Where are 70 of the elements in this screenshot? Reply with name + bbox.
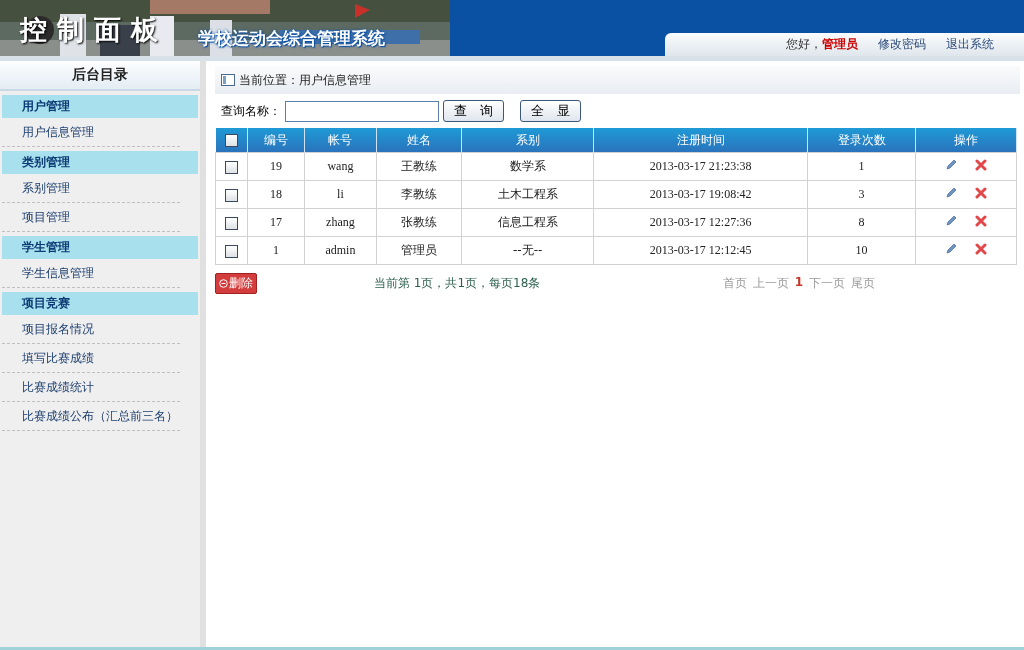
table-cell: 1	[807, 152, 916, 181]
table-cell: 王教练	[376, 152, 462, 181]
table-cell: 2013-03-17 21:23:38	[593, 152, 808, 181]
column-header: 注册时间	[593, 128, 808, 153]
table-cell: 数学系	[461, 152, 594, 181]
search-field[interactable]	[285, 100, 439, 122]
sidebar-item[interactable]: 填写比赛成绩	[2, 344, 180, 373]
sidebar-item[interactable]: 比赛成绩统计	[2, 373, 180, 402]
delete-icon[interactable]	[975, 187, 988, 199]
table-cell: 2013-03-17 12:12:45	[593, 236, 808, 265]
column-header: 编号	[247, 128, 305, 153]
column-header: 登录次数	[807, 128, 916, 153]
table-cell: 李教练	[376, 180, 462, 209]
table-cell: --无--	[461, 236, 594, 265]
top-link[interactable]: 退出系统	[946, 36, 994, 53]
table-cell: 土木工程系	[461, 180, 594, 209]
sidebar-item[interactable]: 项目管理	[2, 203, 180, 232]
pencil-icon[interactable]	[945, 159, 958, 171]
section-header: 类别管理	[2, 151, 198, 174]
table-cell: li	[304, 180, 377, 209]
table-cell: 2013-03-17 12:27:36	[593, 208, 808, 237]
column-header: 操作	[915, 128, 1017, 153]
greeting: 您好，管理员	[786, 36, 858, 53]
delete-button[interactable]: 删除	[215, 273, 257, 294]
checkbox[interactable]	[224, 216, 238, 230]
sidebar-item[interactable]: 学生信息管理	[2, 259, 180, 288]
column-header: 帐号	[304, 128, 377, 153]
checkbox[interactable]	[224, 134, 238, 147]
breadcrumb: 当前位置：用户信息管理	[239, 71, 371, 89]
section-header: 项目竞赛	[2, 292, 198, 315]
pencil-icon[interactable]	[945, 243, 958, 255]
table-cell: 3	[807, 180, 916, 209]
sidebar-item[interactable]: 比赛成绩公布（汇总前三名）	[2, 402, 180, 431]
table-cell: admin	[304, 236, 377, 265]
table-cell: wang	[304, 152, 377, 181]
pencil-icon[interactable]	[945, 215, 958, 227]
sidebar-item[interactable]: 用户信息管理	[2, 118, 180, 147]
page-info: 当前第 1页，共1页，每页18条	[374, 275, 541, 292]
table-cell: 10	[807, 236, 916, 265]
table-cell: 8	[807, 208, 916, 237]
section-header: 用户管理	[2, 95, 198, 118]
table-cell: 18	[247, 180, 305, 209]
table-cell: zhang	[304, 208, 377, 237]
delete-icon[interactable]	[975, 215, 988, 227]
delete-icon[interactable]	[975, 243, 988, 255]
column-header: 姓名	[376, 128, 462, 153]
table-cell: 19	[247, 152, 305, 181]
table-cell: 信息工程系	[461, 208, 594, 237]
table-cell: 1	[247, 236, 305, 265]
sidebar-item[interactable]: 系别管理	[2, 174, 180, 203]
table-cell: 张教练	[376, 208, 462, 237]
section-header: 学生管理	[2, 236, 198, 259]
sidebar-item[interactable]: 项目报名情况	[2, 315, 180, 344]
checkbox[interactable]	[224, 244, 238, 258]
pager-link[interactable]: 1	[794, 275, 803, 292]
checkbox[interactable]	[224, 160, 238, 174]
search-button[interactable]: 全 显	[520, 100, 581, 122]
sidebar-title: 后台目录	[0, 61, 200, 91]
table-cell: 17	[247, 208, 305, 237]
table-cell: 2013-03-17 19:08:42	[593, 180, 808, 209]
search-button[interactable]: 查 询	[443, 100, 504, 122]
table-cell: 管理员	[376, 236, 462, 265]
search-label: 查询名称：	[221, 102, 281, 120]
pencil-icon[interactable]	[945, 187, 958, 199]
delete-icon[interactable]	[975, 159, 988, 171]
column-header: 系别	[461, 128, 594, 153]
top-link[interactable]: 修改密码	[878, 36, 926, 53]
page-icon	[221, 74, 235, 86]
minus-icon	[219, 279, 228, 288]
checkbox[interactable]	[224, 188, 238, 202]
